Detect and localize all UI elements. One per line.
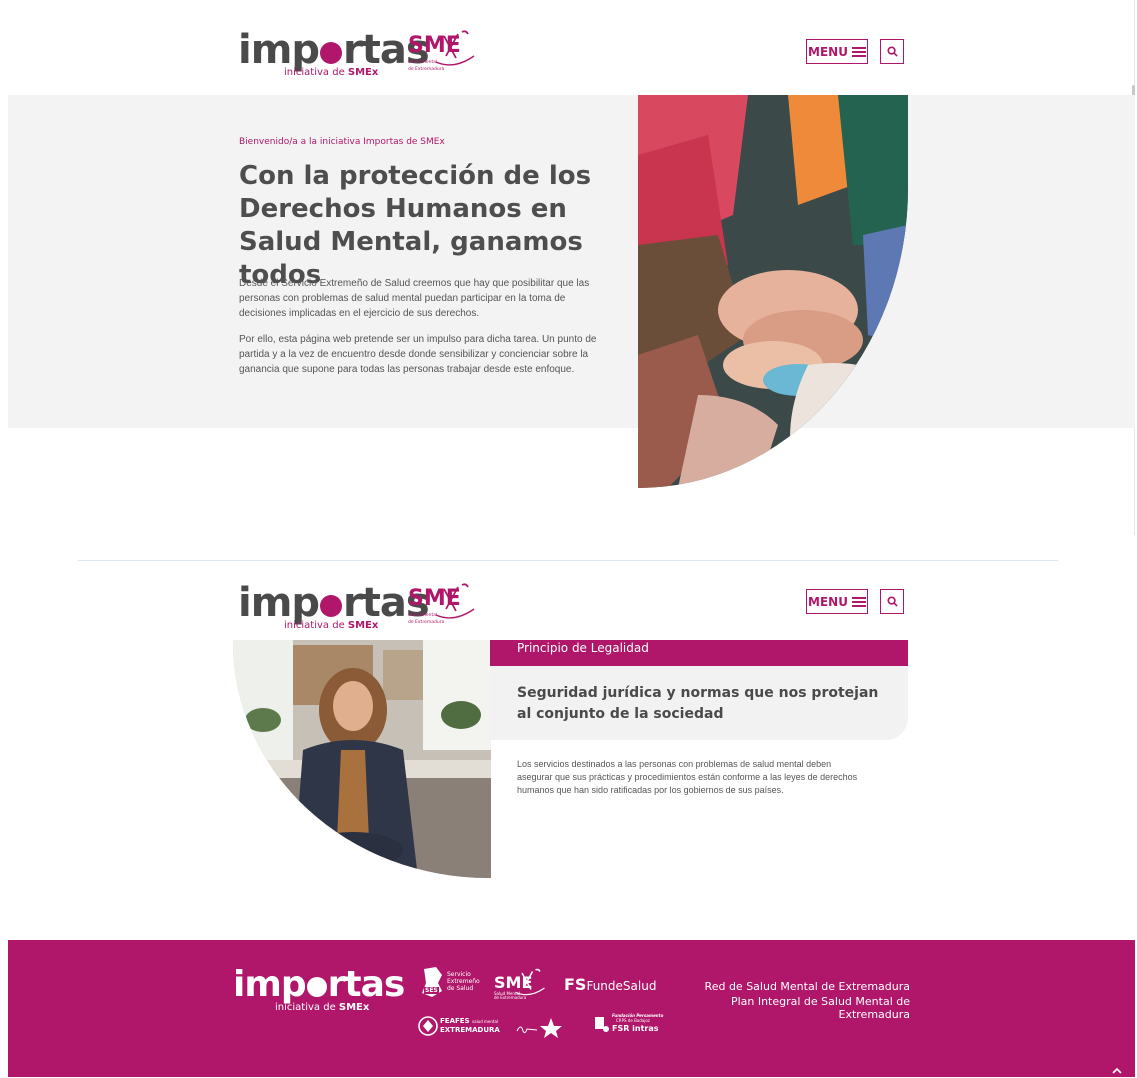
ses-logo[interactable]: SES Servicio Extremeño de Salud <box>420 967 480 1007</box>
footer-smex-logo[interactable]: SME Salud Mental de Extremadura <box>494 968 545 1000</box>
smex-swoosh-icon <box>436 583 475 619</box>
hero-title: Con la protección de los Derechos Humano… <box>239 161 592 290</box>
smex-swoosh-icon <box>436 30 475 66</box>
search-button[interactable] <box>880 589 904 614</box>
principle-body: Los servicios destinados a las personas … <box>517 759 858 795</box>
hero-paragraph-1: Desde el Servicio Extremeño de Salud cre… <box>239 278 590 319</box>
chevron-up-icon <box>1112 1067 1122 1074</box>
signature-and-star-logo[interactable] <box>515 1015 565 1039</box>
fundacion-emblem-icon <box>595 1017 609 1032</box>
principle-heading: Seguridad jurídica y normas que nos prot… <box>517 685 879 722</box>
smex-logo[interactable]: SME Salud Mental de Extremadura <box>408 583 475 625</box>
footer-importas-logo[interactable]: imp rtas iniciativa de SMEx <box>233 967 405 1014</box>
footer-link-plan-integral[interactable]: Plan Integral de Salud Mental de Extrema… <box>690 995 910 1021</box>
hero-paragraph-2: Por ello, esta página web pretende ser u… <box>239 334 597 375</box>
menu-button[interactable]: MENU <box>806 589 868 614</box>
section-divider <box>78 560 1058 561</box>
smex-logo[interactable]: SME Salud Mental de Extremadura <box>408 30 475 72</box>
back-to-top-button[interactable] <box>1112 1062 1122 1078</box>
footer-links: Red de Salud Mental de Extremadura Plan … <box>690 980 910 1023</box>
site-header: imp rtas iniciativa de SMEx SME Salud Men… <box>0 0 1137 95</box>
hamburger-icon <box>851 45 866 59</box>
importas-logo[interactable]: imp rtas iniciativa de SMEx <box>238 583 430 631</box>
importas-logo[interactable]: imp rtas iniciativa de SMEx <box>238 30 430 78</box>
fundesalud-logo[interactable]: FSFundeSalud <box>564 975 656 994</box>
footer-link-red-salud-mental[interactable]: Red de Salud Mental de Extremadura <box>690 980 910 993</box>
ses-map-icon <box>422 967 442 997</box>
menu-button[interactable]: MENU <box>806 39 868 64</box>
woman-portrait-image <box>233 640 491 878</box>
search-icon <box>886 596 898 607</box>
smex-swoosh-icon <box>516 968 545 996</box>
hero-hands-image <box>638 95 908 488</box>
hamburger-icon <box>851 595 866 609</box>
hero-welcome: Bienvenido/a a la iniciativa Importas de… <box>239 137 445 147</box>
search-button[interactable] <box>880 39 904 64</box>
feafes-emblem-icon <box>418 1016 438 1036</box>
principle-label: Principio de Legalidad <box>490 640 908 666</box>
site-footer <box>8 940 1135 1077</box>
search-icon <box>886 46 898 57</box>
